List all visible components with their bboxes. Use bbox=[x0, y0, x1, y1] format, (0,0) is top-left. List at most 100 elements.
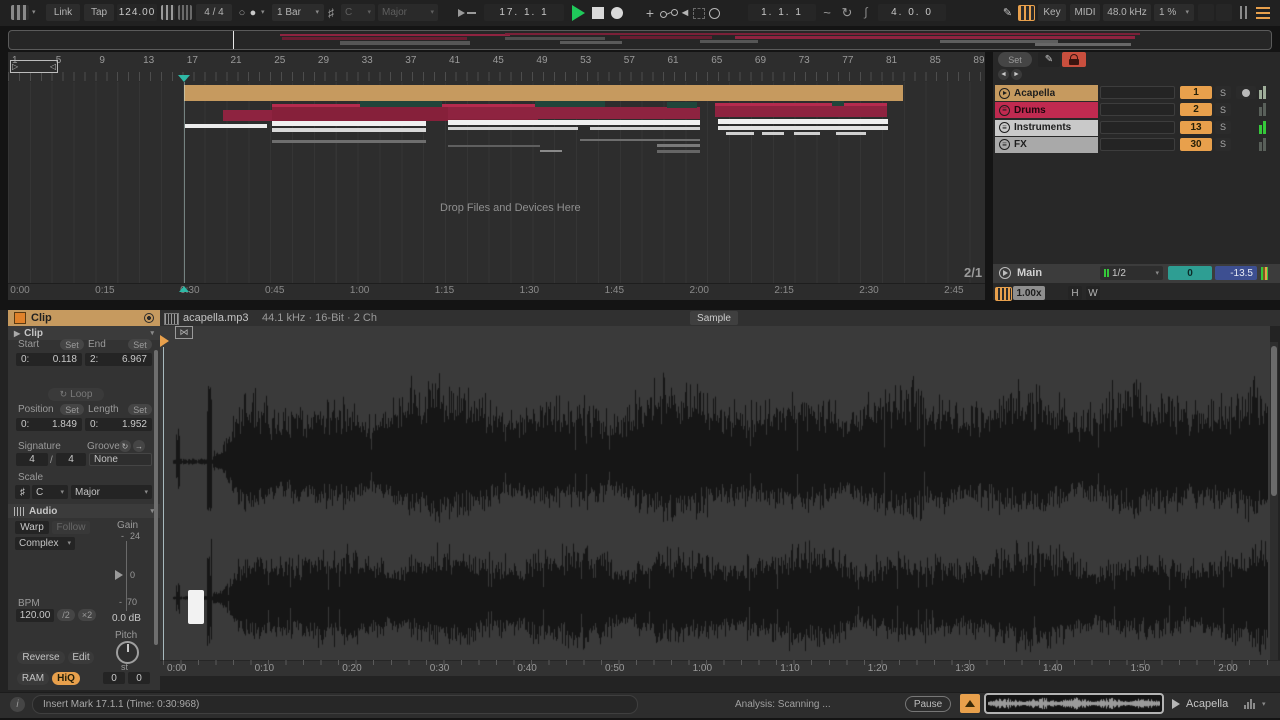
track-value-box[interactable]: 2 bbox=[1180, 103, 1212, 116]
main-track-row[interactable]: Main 1/2 ▾ 0 -13.5 bbox=[993, 264, 1280, 283]
solo-button[interactable]: S bbox=[1215, 86, 1231, 99]
loop-button[interactable]: ↻Loop bbox=[48, 388, 104, 401]
solo-button[interactable]: S bbox=[1215, 138, 1231, 151]
bar-number[interactable]: 61 bbox=[668, 55, 679, 66]
track-value-box[interactable]: 30 bbox=[1180, 138, 1212, 151]
solo-button[interactable]: S bbox=[1215, 121, 1231, 134]
solo-button[interactable]: S bbox=[1215, 103, 1231, 116]
length-set-button[interactable]: Set bbox=[128, 404, 152, 415]
clip-length-field[interactable]: 0:1.952 bbox=[85, 418, 152, 431]
arrangement-loop-brace[interactable]: ▷ ◁ bbox=[10, 60, 58, 73]
arrangement-clip[interactable] bbox=[836, 132, 866, 135]
nudge-down-icon[interactable]: ○ bbox=[237, 6, 247, 19]
clip-section-caret[interactable]: ▾ bbox=[150, 330, 154, 337]
record-button[interactable] bbox=[611, 7, 623, 19]
end-set-button[interactable]: Set bbox=[128, 339, 152, 350]
pitch-knob[interactable] bbox=[116, 641, 139, 664]
arrangement-clip[interactable] bbox=[715, 106, 887, 117]
start-set-button[interactable]: Set bbox=[60, 339, 84, 350]
position-set-button[interactable]: Set bbox=[60, 404, 84, 415]
arrangement-clip[interactable] bbox=[272, 140, 426, 143]
arrangement-position-field[interactable]: 17. 1. 1 bbox=[484, 4, 564, 21]
arrangement-clip[interactable] bbox=[667, 102, 697, 108]
clip-start-field[interactable]: 0:0.118 bbox=[16, 353, 82, 366]
device-slot[interactable] bbox=[1100, 103, 1175, 116]
scroll-right-arrow[interactable]: ► bbox=[1011, 69, 1022, 80]
pencil-automation-box[interactable]: ✎ bbox=[1038, 52, 1060, 67]
bar-number[interactable]: 49 bbox=[536, 55, 547, 66]
view-selector-caret[interactable]: ▾ bbox=[32, 9, 36, 16]
computer-midi-keyboard-icon[interactable] bbox=[1018, 5, 1035, 21]
arrangement-clip[interactable] bbox=[540, 150, 562, 152]
punch-out-icon[interactable]: ∫ bbox=[860, 3, 872, 21]
status-meter-caret[interactable]: ▾ bbox=[1262, 701, 1266, 708]
preferences-menu-icon[interactable] bbox=[1256, 6, 1270, 19]
bar-number[interactable]: 13 bbox=[143, 55, 154, 66]
clip-panel-scrollbar[interactable] bbox=[154, 350, 158, 645]
bar-number[interactable]: 29 bbox=[318, 55, 329, 66]
audio-section-header[interactable]: Audio ▾ bbox=[8, 504, 160, 518]
track-row[interactable]: ≡FX 30S bbox=[993, 137, 1280, 153]
width-toggle-button[interactable]: W bbox=[1086, 286, 1100, 300]
arrangement-clip[interactable] bbox=[272, 128, 426, 132]
view-selector-icon[interactable] bbox=[11, 5, 29, 20]
arrangement-clip[interactable] bbox=[185, 124, 267, 128]
tempo-field[interactable]: 124.00 bbox=[117, 4, 157, 21]
clip-position-field[interactable]: 0:1.849 bbox=[16, 418, 82, 431]
clip-section-header[interactable]: ▶Clip ▾ bbox=[8, 326, 160, 340]
status-meter-icon[interactable] bbox=[1244, 698, 1258, 709]
bar-number[interactable]: 41 bbox=[449, 55, 460, 66]
waveform-scrollbar[interactable] bbox=[1270, 342, 1278, 660]
waveform-scrollbar-thumb[interactable] bbox=[1271, 346, 1277, 496]
arrangement-clip[interactable] bbox=[535, 101, 605, 107]
preview-play-icon[interactable] bbox=[1172, 699, 1180, 709]
sample-preview-box[interactable] bbox=[984, 693, 1164, 714]
metronome-icon[interactable] bbox=[161, 5, 175, 20]
clip-scale-menu[interactable]: Major▾ bbox=[71, 485, 152, 499]
signature-denominator-field[interactable]: 4 bbox=[56, 453, 86, 466]
global-scale-menu[interactable]: Major▾ bbox=[378, 4, 438, 21]
arrangement-clip[interactable] bbox=[726, 132, 754, 135]
arrangement-clip[interactable] bbox=[448, 107, 700, 119]
arrangement-clip[interactable] bbox=[657, 144, 700, 147]
main-play-icon[interactable] bbox=[999, 267, 1011, 279]
bar-number[interactable]: 37 bbox=[405, 55, 416, 66]
arrangement-clip[interactable] bbox=[718, 126, 888, 130]
re-enable-automation-icon[interactable]: ◄ bbox=[679, 6, 691, 20]
nudge-up-icon[interactable]: ● bbox=[248, 6, 258, 19]
lock-button[interactable] bbox=[1062, 52, 1086, 67]
arrangement-clip[interactable] bbox=[448, 145, 540, 147]
arrangement-clip[interactable] bbox=[718, 119, 888, 124]
arrangement-clip[interactable] bbox=[448, 127, 578, 130]
arrangement-clip[interactable] bbox=[184, 85, 903, 101]
bar-number[interactable]: 69 bbox=[755, 55, 766, 66]
bar-number[interactable]: 17 bbox=[187, 55, 198, 66]
clip-root-menu[interactable]: C▾ bbox=[32, 485, 68, 499]
track-name-plate[interactable]: ≡FX bbox=[995, 137, 1098, 153]
groove-menu[interactable]: None bbox=[89, 453, 152, 466]
bar-number[interactable]: 21 bbox=[231, 55, 242, 66]
raise-panel-button[interactable] bbox=[960, 694, 980, 713]
track-menu-icon[interactable]: ≡ bbox=[999, 122, 1010, 133]
play-button[interactable] bbox=[572, 5, 585, 21]
track-play-icon[interactable] bbox=[999, 88, 1010, 99]
loop-start-field[interactable]: 1. 1. 1 bbox=[748, 4, 816, 21]
loop-marker-handle[interactable] bbox=[188, 590, 204, 624]
track-row[interactable]: ≡Drums2S bbox=[993, 102, 1280, 118]
bar-number[interactable]: 33 bbox=[362, 55, 373, 66]
arrangement-clip[interactable] bbox=[360, 101, 442, 107]
track-menu-icon[interactable]: ≡ bbox=[999, 105, 1010, 116]
stop-button[interactable] bbox=[592, 7, 604, 19]
bar-number[interactable]: 57 bbox=[624, 55, 635, 66]
follow-icon[interactable] bbox=[458, 8, 478, 18]
bar-number[interactable]: 9 bbox=[99, 55, 105, 66]
nudge-caret[interactable]: ▾ bbox=[261, 9, 265, 16]
global-root-menu[interactable]: C▾ bbox=[341, 4, 375, 21]
track-value-box[interactable]: 1 bbox=[1180, 86, 1212, 99]
playback-speed-field[interactable]: 1.00x bbox=[1013, 286, 1045, 300]
bar-number[interactable]: 73 bbox=[799, 55, 810, 66]
midi-capture-icon[interactable] bbox=[660, 9, 676, 17]
main-track-name[interactable]: Main bbox=[1017, 267, 1042, 279]
link-button[interactable]: Link bbox=[46, 4, 80, 21]
metronome-count-in-icon[interactable] bbox=[178, 5, 192, 20]
